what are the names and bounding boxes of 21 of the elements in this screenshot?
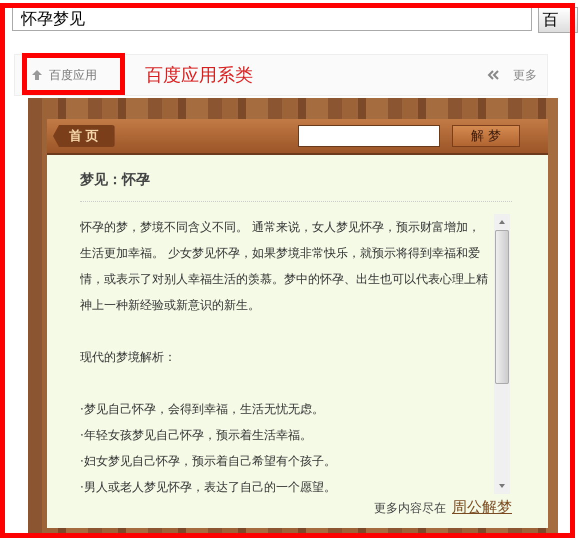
- up-arrow-icon: [31, 69, 43, 81]
- scroll-up-icon[interactable]: [498, 219, 506, 225]
- home-tab[interactable]: 首 页: [53, 125, 115, 147]
- breadcrumb-link[interactable]: 百度应用: [49, 66, 97, 84]
- paragraph: 怀孕的梦，梦境不同含义不同。 通常来说，女人梦见怀孕，预示财富增加，生活更加幸福。 少女梦见怀孕，如果梦境非常快乐，就预示将得到幸福和爱情，或表示了对别人幸福生活的羡慕。梦中的怀孕、出生也可以代表心理上精神上一种新经验或新意识的新生。: [80, 219, 489, 314]
- scrollbar[interactable]: [494, 214, 510, 494]
- bullet-item: ·梦见自己怀孕，会得到幸福，生活无忧无虑。: [80, 401, 325, 418]
- dream-search-field[interactable]: [298, 125, 440, 147]
- more-link[interactable]: 更多: [513, 66, 537, 84]
- dream-heading: 梦见：怀孕: [80, 171, 151, 189]
- source-link[interactable]: 周公解梦: [452, 498, 512, 517]
- bullet-item: ·男人或老人梦见怀孕，表达了自己的一个愿望。: [80, 479, 337, 494]
- paragraph: 现代的梦境解析：: [80, 349, 177, 366]
- interpret-button[interactable]: 解 梦: [452, 125, 520, 147]
- scroll-thumb[interactable]: [495, 230, 509, 384]
- section-title: 百度应用系类: [145, 64, 253, 87]
- footer-text: 更多内容尽在: [374, 500, 446, 517]
- double-chevron-icon: [487, 70, 499, 80]
- bullet-item: ·年轻女孩梦见自己怀孕，预示着生活幸福。: [80, 427, 313, 444]
- scroll-down-icon[interactable]: [498, 483, 506, 489]
- bullet-item: ·妇女梦见自己怀孕，预示着自己希望有个孩子。: [80, 453, 337, 470]
